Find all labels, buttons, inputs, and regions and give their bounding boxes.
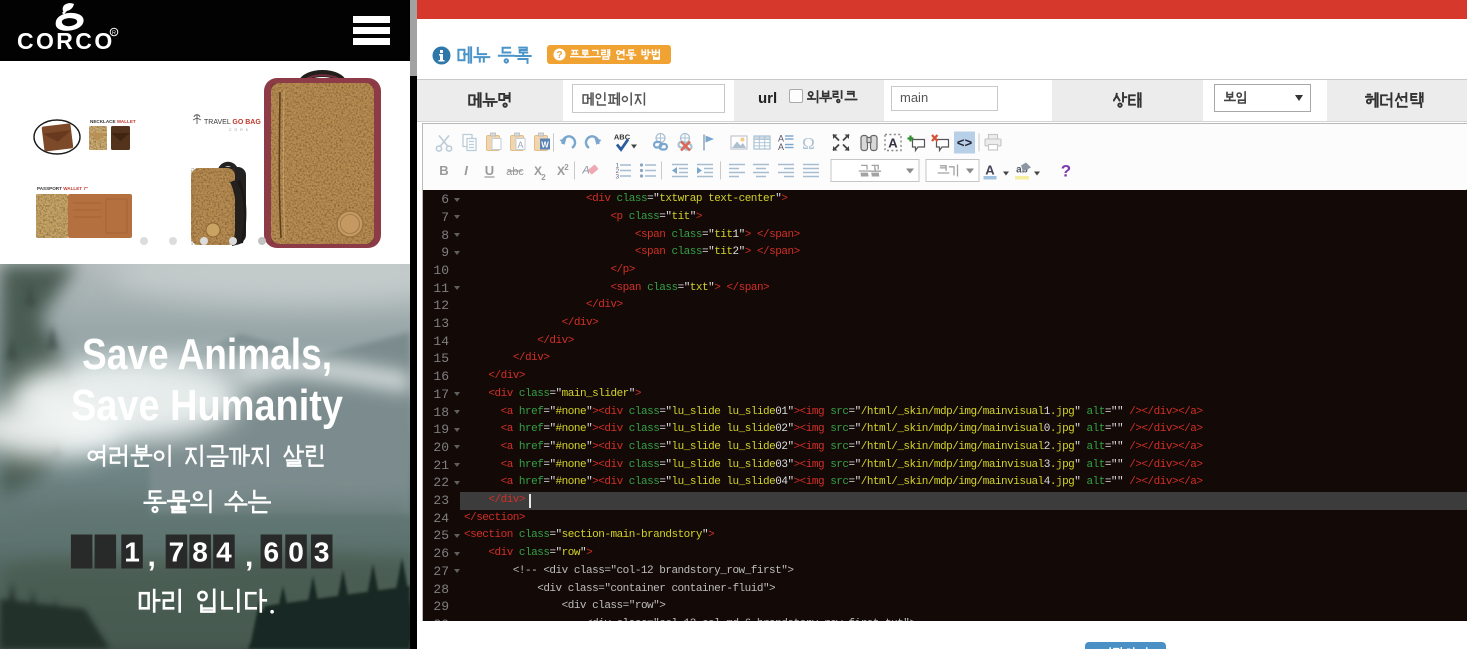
svg-text:<>: <> [957,136,973,151]
svg-text:2: 2 [541,173,546,182]
svg-text:U: U [485,163,494,178]
svg-text:C O R K: C O R K [229,128,249,132]
svg-text:4: 4 [216,537,232,568]
svg-text:TRAVEL GO BAG: TRAVEL GO BAG [204,119,261,126]
svg-text:A: A [985,163,995,178]
svg-text:2: 2 [564,163,569,172]
svg-text:?: ? [1061,162,1071,181]
svg-text:PASSPORT WALLET 7": PASSPORT WALLET 7" [37,186,88,191]
svg-text:0: 0 [288,537,304,568]
svg-text:Save Animals,: Save Animals, [82,330,332,379]
svg-text:1: 1 [124,537,140,568]
svg-text:R: R [112,31,116,37]
svg-text:NECKLACE WALLET: NECKLACE WALLET [90,119,136,124]
svg-text:CORCO: CORCO [17,28,115,54]
svg-text:abc: abc [506,166,524,178]
svg-text:Ω: Ω [802,134,815,153]
svg-text:?: ? [556,50,562,61]
svg-text:3: 3 [314,537,330,568]
svg-text:8: 8 [192,537,208,568]
svg-text:I: I [464,163,468,178]
svg-text:B: B [439,163,448,178]
svg-text:A: A [517,140,523,150]
svg-text:A: A [778,142,784,152]
svg-text:Save Humanity: Save Humanity [71,381,343,430]
svg-text:3: 3 [616,174,620,181]
svg-text:W: W [541,141,549,150]
svg-text:6: 6 [264,537,280,568]
svg-text:A: A [888,136,898,151]
svg-text:,: , [245,540,253,573]
svg-text:7: 7 [169,537,185,568]
svg-text:,: , [148,540,156,573]
